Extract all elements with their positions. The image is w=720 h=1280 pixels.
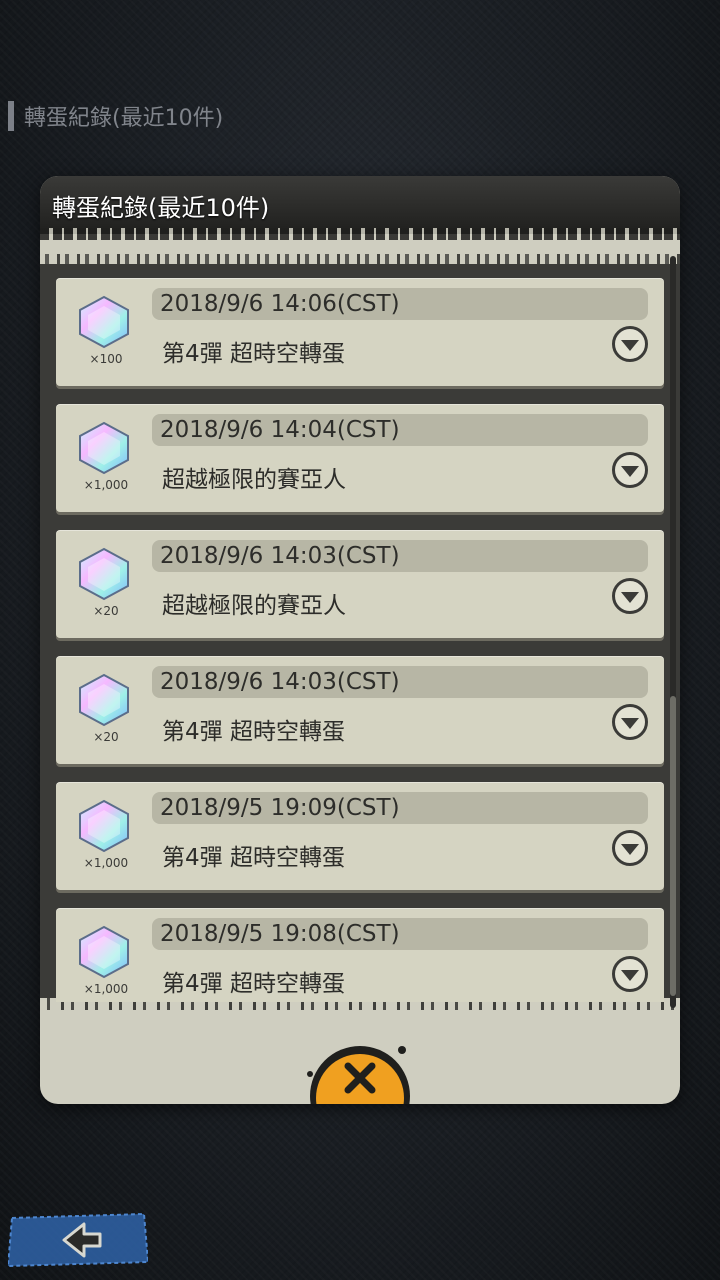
record-date: 2018/9/5 19:08(CST) [152, 918, 648, 950]
expand-button[interactable] [612, 704, 648, 740]
history-row[interactable]: ×1,000 2018/9/5 19:09(CST) 第4彈 超時空轉蛋 [56, 782, 664, 890]
history-row[interactable]: ×100 2018/9/6 14:06(CST) 第4彈 超時空轉蛋 [56, 278, 664, 386]
chevron-down-icon [621, 340, 639, 351]
history-list[interactable]: ×100 2018/9/6 14:06(CST) 第4彈 超時空轉蛋 ×1,00… [56, 278, 664, 1002]
gem-count: ×1,000 [83, 856, 129, 870]
history-row[interactable]: ×20 2018/9/6 14:03(CST) 第4彈 超時空轉蛋 [56, 656, 664, 764]
record-date: 2018/9/6 14:03(CST) [152, 666, 648, 698]
expand-button[interactable] [612, 452, 648, 488]
chevron-down-icon [621, 970, 639, 981]
scroll-thumb[interactable] [670, 696, 676, 996]
record-date: 2018/9/6 14:03(CST) [152, 540, 648, 572]
gem-count: ×100 [89, 352, 123, 366]
chevron-down-icon [621, 718, 639, 729]
history-row[interactable]: ×1,000 2018/9/6 14:04(CST) 超越極限的賽亞人 [56, 404, 664, 512]
header-brush-edge [40, 228, 680, 240]
gem-count: ×1,000 [83, 982, 129, 996]
expand-button[interactable] [612, 956, 648, 992]
dragon-stone-icon [79, 799, 129, 853]
record-date: 2018/9/6 14:06(CST) [152, 288, 648, 320]
record-banner-name: 超越極限的賽亞人 [162, 593, 346, 619]
close-button[interactable] [290, 1034, 430, 1104]
dialog-title: 轉蛋紀錄(最近10件) [52, 194, 270, 222]
record-banner-name: 超越極限的賽亞人 [162, 467, 346, 493]
expand-button[interactable] [612, 578, 648, 614]
record-date: 2018/9/6 14:04(CST) [152, 414, 648, 446]
record-banner-name: 第4彈 超時空轉蛋 [162, 971, 345, 997]
record-banner-name: 第4彈 超時空轉蛋 [162, 845, 345, 871]
list-scrollbar[interactable] [670, 256, 676, 1008]
dragon-stone-icon [79, 547, 129, 601]
dialog-header: 轉蛋紀錄(最近10件) [40, 176, 680, 240]
dragon-stone-icon [79, 925, 129, 979]
gem-count: ×20 [93, 604, 119, 618]
history-row[interactable]: ×20 2018/9/6 14:03(CST) 超越極限的賽亞人 [56, 530, 664, 638]
title-accent-bar [8, 101, 14, 131]
record-date: 2018/9/5 19:09(CST) [152, 792, 648, 824]
expand-button[interactable] [612, 830, 648, 866]
dragon-stone-icon [79, 421, 129, 475]
chevron-down-icon [621, 592, 639, 603]
gem-count: ×1,000 [83, 478, 129, 492]
dragon-stone-icon [79, 295, 129, 349]
background-title-text: 轉蛋紀錄(最近10件) [24, 106, 224, 131]
gacha-history-dialog: 轉蛋紀錄(最近10件) ×100 2018/9/6 14:06(CST) 第4彈… [40, 176, 680, 1104]
back-button[interactable] [8, 1212, 148, 1268]
chevron-down-icon [621, 466, 639, 477]
background-page-title: 轉蛋紀錄(最近10件) [8, 100, 223, 132]
expand-button[interactable] [612, 326, 648, 362]
dragon-stone-icon [79, 673, 129, 727]
record-banner-name: 第4彈 超時空轉蛋 [162, 719, 345, 745]
history-row[interactable]: ×1,000 2018/9/5 19:08(CST) 第4彈 超時空轉蛋 [56, 908, 664, 1002]
chevron-down-icon [621, 844, 639, 855]
record-banner-name: 第4彈 超時空轉蛋 [162, 341, 345, 367]
gem-count: ×20 [93, 730, 119, 744]
